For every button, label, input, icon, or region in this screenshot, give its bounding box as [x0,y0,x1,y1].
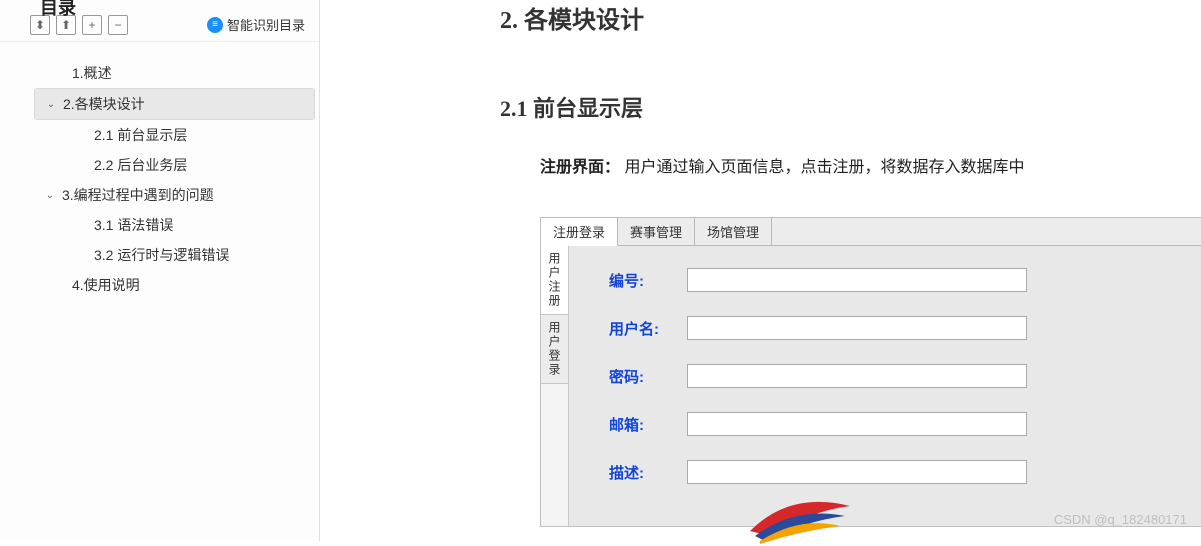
toc-item[interactable]: 2.2 后台业务层 [66,150,315,180]
field-label-password: 密码: [589,366,669,387]
toc-item-label: 2.各模块设计 [63,94,145,114]
toc-item-label: 4.使用说明 [72,275,140,295]
field-row: 邮箱: [589,400,1201,448]
embedded-form-screenshot: 注册登录 赛事管理 场馆管理 用户注册 用户登录 编号: 用户名: 密码: [540,217,1201,527]
tab-register-login[interactable]: 注册登录 [541,218,618,246]
chevron-down-icon: ⌄ [44,190,56,201]
toc-item[interactable]: ⌄ 2.各模块设计 [34,88,315,120]
sidebar-toc: 目录 ⬍ ⬆ + − ≡ 智能识别目录 1.概述 ⌄ 2.各模块设计 2.1 前… [0,0,320,541]
paragraph: 注册界面： 用户通过输入页面信息，点击注册，将数据存入数据库中 [540,153,1201,177]
username-input[interactable] [687,316,1027,340]
smart-toc-button[interactable]: ≡ 智能识别目录 [207,15,305,34]
field-label-id: 编号: [589,270,669,291]
toc-heading: 目录 [40,0,76,20]
vtab-user-register[interactable]: 用户注册 [541,246,568,315]
field-row: 编号: [589,256,1201,304]
password-input[interactable] [687,364,1027,388]
section-heading-2-1: 2.1 前台显示层 [500,91,1201,123]
document-area: 2. 各模块设计 2.1 前台显示层 注册界面： 用户通过输入页面信息，点击注册… [340,0,1201,541]
vertical-tabs: 用户注册 用户登录 [541,246,569,526]
field-row: 用户名: [589,304,1201,352]
brain-icon: ≡ [207,17,223,33]
form-fields-panel: 编号: 用户名: 密码: 邮箱: 描述: [569,246,1201,526]
toc-item-label: 3.2 运行时与逻辑错误 [94,245,229,265]
field-row: 密码: [589,352,1201,400]
chevron-down-icon: ⌄ [45,99,57,110]
smart-toc-label: 智能识别目录 [227,15,305,34]
toc-item-label: 2.1 前台显示层 [94,125,187,145]
field-label-email: 邮箱: [589,414,669,435]
field-row: 描述: [589,448,1201,496]
vtab-user-login[interactable]: 用户登录 [541,315,568,384]
toc-item[interactable]: ⌄ 3.编程过程中遇到的问题 [34,180,315,210]
paragraph-label: 注册界面： [540,159,620,176]
expand-all-icon[interactable]: + [82,15,102,35]
tab-match-manage[interactable]: 赛事管理 [618,218,695,245]
section-heading-2: 2. 各模块设计 [500,0,1201,35]
toc-item-label: 1.概述 [72,63,112,83]
collapse-all-icon[interactable]: − [108,15,128,35]
toc-tree: 1.概述 ⌄ 2.各模块设计 2.1 前台显示层 2.2 后台业务层 ⌄ 3.编… [0,58,319,300]
description-input[interactable] [687,460,1027,484]
watermark-text: CSDN @q_182480171 [1054,512,1187,527]
toc-item-label: 3.1 语法错误 [94,215,173,235]
field-label-username: 用户名: [589,318,669,339]
logo-swirl-icon [740,486,860,546]
toc-item-label: 3.编程过程中遇到的问题 [62,185,214,205]
id-input[interactable] [687,268,1027,292]
toc-item[interactable]: 4.使用说明 [44,270,315,300]
toc-item[interactable]: 3.2 运行时与逻辑错误 [66,240,315,270]
tab-venue-manage[interactable]: 场馆管理 [695,218,772,245]
toc-item-label: 2.2 后台业务层 [94,155,187,175]
toc-item[interactable]: 2.1 前台显示层 [66,120,315,150]
horizontal-tabs: 注册登录 赛事管理 场馆管理 [541,218,1201,246]
paragraph-text: 用户通过输入页面信息，点击注册，将数据存入数据库中 [624,159,1024,176]
toc-item[interactable]: 3.1 语法错误 [66,210,315,240]
toc-item[interactable]: 1.概述 [44,58,315,88]
email-input[interactable] [687,412,1027,436]
field-label-description: 描述: [589,462,669,483]
